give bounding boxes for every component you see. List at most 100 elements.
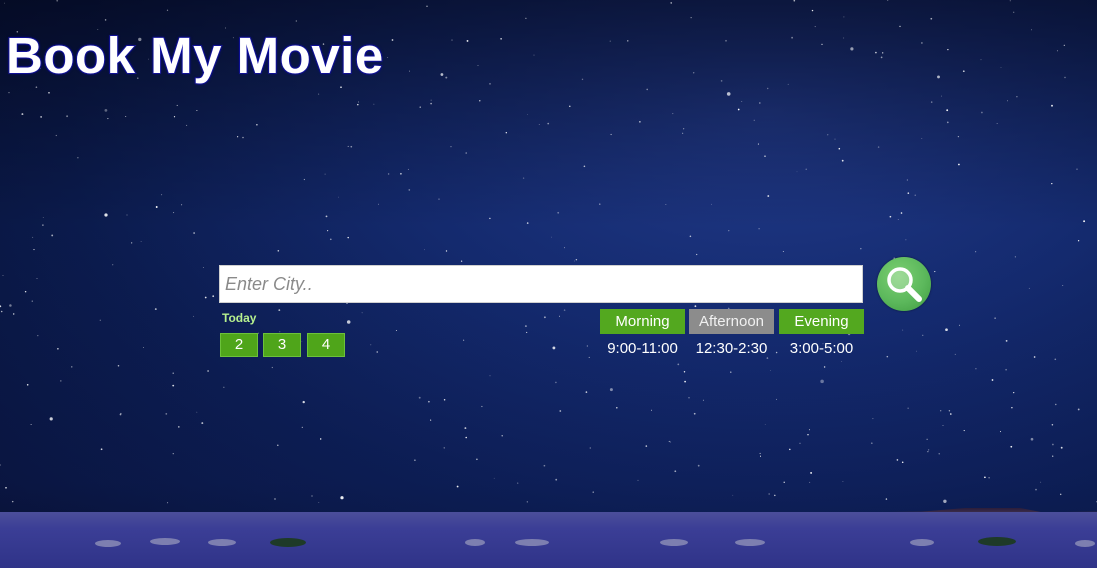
slot-morning-button[interactable]: Morning <box>600 309 685 334</box>
star <box>901 461 904 464</box>
star <box>559 410 562 412</box>
star <box>793 0 796 2</box>
star <box>527 114 528 115</box>
star <box>758 102 761 104</box>
star <box>32 236 34 238</box>
star <box>887 0 889 1</box>
day-button-2[interactable]: 2 <box>220 333 258 357</box>
star <box>564 247 565 249</box>
star <box>907 407 909 409</box>
star <box>35 86 38 88</box>
star <box>988 477 990 479</box>
star <box>237 136 239 138</box>
star <box>463 339 465 341</box>
star <box>741 101 743 102</box>
star <box>823 366 826 368</box>
star <box>400 172 402 175</box>
star <box>373 103 375 105</box>
star <box>957 163 960 166</box>
star <box>1051 182 1053 185</box>
star <box>177 426 180 428</box>
star <box>616 406 618 409</box>
star <box>338 196 339 198</box>
star <box>408 189 411 191</box>
slot-morning-time: 9:00-11:00 <box>607 340 678 357</box>
star <box>347 145 349 147</box>
star <box>57 347 59 350</box>
star <box>1052 443 1054 446</box>
star <box>557 211 560 214</box>
star <box>51 234 54 237</box>
star <box>737 108 740 111</box>
star <box>0 464 1 466</box>
star <box>500 38 502 40</box>
star <box>5 487 7 489</box>
star <box>957 135 960 138</box>
star <box>902 329 904 331</box>
star <box>994 317 996 319</box>
star <box>842 481 844 483</box>
star <box>2 275 4 277</box>
star <box>479 100 481 102</box>
star <box>1051 424 1054 426</box>
star <box>764 155 766 157</box>
star <box>827 134 829 136</box>
star <box>165 413 168 415</box>
star <box>1033 356 1036 358</box>
star <box>850 47 854 51</box>
star <box>670 2 673 4</box>
star <box>942 425 944 427</box>
star <box>555 478 558 481</box>
star <box>599 203 601 205</box>
star <box>430 102 432 105</box>
star <box>1009 0 1011 2</box>
star <box>1016 96 1018 98</box>
star <box>725 39 727 42</box>
star <box>930 17 933 20</box>
star <box>1013 391 1015 394</box>
star <box>668 440 670 443</box>
star <box>770 370 772 371</box>
star <box>588 356 590 358</box>
star <box>551 236 552 238</box>
star <box>766 87 769 90</box>
star <box>37 334 39 337</box>
search-button[interactable] <box>877 257 931 311</box>
star <box>430 419 432 421</box>
star <box>820 379 824 384</box>
star <box>921 138 923 139</box>
star <box>651 409 652 411</box>
star <box>538 123 540 126</box>
star <box>1005 368 1007 371</box>
city-search-input[interactable] <box>219 265 863 303</box>
star <box>302 400 305 404</box>
star <box>143 347 144 348</box>
star <box>370 344 372 346</box>
star <box>791 36 793 39</box>
star <box>445 250 448 252</box>
star <box>466 39 469 42</box>
star <box>683 128 685 130</box>
star <box>409 70 410 72</box>
day-button-3[interactable]: 3 <box>263 333 301 357</box>
star <box>318 501 320 503</box>
star <box>477 65 479 66</box>
star <box>753 119 755 121</box>
star <box>327 230 329 232</box>
star <box>946 109 949 112</box>
star <box>161 194 163 196</box>
star <box>443 447 445 449</box>
star <box>843 16 845 18</box>
star <box>1031 29 1032 31</box>
star <box>728 230 730 232</box>
star <box>489 83 491 85</box>
star <box>766 357 769 359</box>
star <box>320 438 322 440</box>
slot-evening-button[interactable]: Evening <box>779 309 864 334</box>
day-button-4[interactable]: 4 <box>307 333 345 357</box>
star <box>889 215 892 218</box>
slot-afternoon-button[interactable]: Afternoon <box>689 309 774 334</box>
star <box>271 366 273 369</box>
star <box>670 441 672 443</box>
star <box>100 448 103 451</box>
